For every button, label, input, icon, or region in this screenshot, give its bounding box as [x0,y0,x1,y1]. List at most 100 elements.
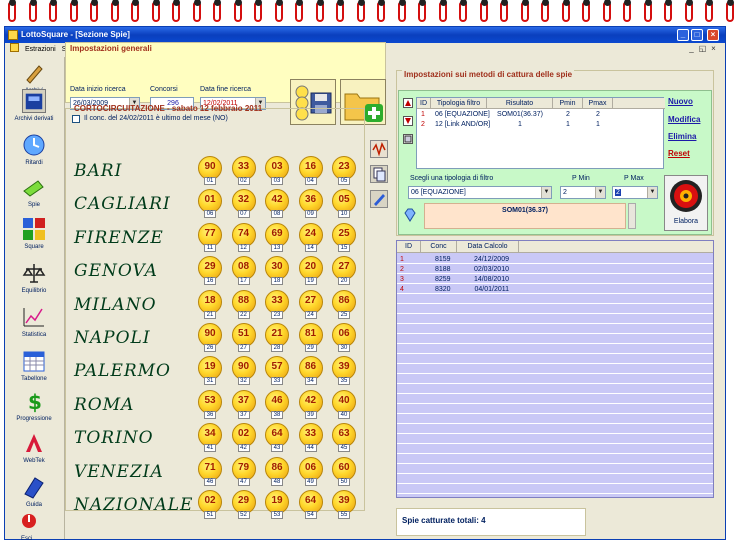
spy-id[interactable]: 3 [400,276,404,283]
number-ball[interactable]: 64 43 [265,423,289,453]
methods-col-header[interactable]: Pmin [553,98,583,109]
number-ball[interactable]: 42 08 [265,189,289,219]
number-ball[interactable]: 02 42 [231,423,256,453]
spy-contest[interactable]: 8320 [435,286,451,293]
number-ball[interactable]: 05 10 [332,189,356,219]
mdi-app-icon[interactable] [10,43,19,52]
number-ball[interactable]: 39 35 [332,356,356,386]
new-link[interactable]: Nuovo [668,97,693,106]
number-ball[interactable]: 33 44 [298,423,323,453]
number-ball[interactable]: 71 46 [198,456,222,486]
spy-contest[interactable]: 8259 [435,276,451,283]
number-ball[interactable]: 16 04 [298,156,323,185]
number-ball[interactable]: 39 55 [332,490,356,519]
methods-col-header[interactable]: ID [417,98,431,109]
spy-contest[interactable]: 8159 [435,256,451,263]
menu-item[interactable]: Estrazioni [22,44,59,56]
spies-col-header[interactable]: Conc [421,241,457,253]
methods-cell[interactable]: 1 [553,121,583,128]
number-ball[interactable]: 57 33 [265,356,289,386]
number-ball[interactable]: 27 24 [298,289,323,319]
chevron-down-icon[interactable]: ▼ [647,187,657,198]
number-ball[interactable]: 88 22 [231,289,256,319]
sidebar-item[interactable]: Esci [5,509,63,542]
number-ball[interactable]: 86 25 [332,289,356,319]
delete-link[interactable]: Elimina [668,132,696,141]
sidebar-item[interactable]: Square [5,217,63,250]
number-ball[interactable]: 37 37 [231,389,256,419]
number-ball[interactable]: 06 30 [332,323,356,352]
number-ball[interactable]: 06 49 [298,456,323,486]
spy-id[interactable]: 2 [400,266,404,273]
number-ball[interactable]: 03 03 [265,156,289,185]
number-ball[interactable]: 20 19 [298,256,323,286]
chevron-down-icon[interactable]: ▼ [541,187,551,198]
number-ball[interactable]: 32 07 [231,189,256,219]
methods-cell[interactable]: 2 [421,121,425,128]
number-ball[interactable]: 42 39 [298,389,323,419]
methods-cell[interactable]: 12 [Link AND/OR] [435,121,490,128]
mdi-restore-button[interactable]: ◱ [697,43,708,55]
graph-tool-icon[interactable] [370,140,388,158]
number-ball[interactable]: 02 51 [198,490,222,519]
methods-cell[interactable]: 1 [583,121,613,128]
sidebar-item[interactable]: Statistica [5,305,63,338]
close-button[interactable]: × [707,29,719,41]
number-ball[interactable]: 01 06 [198,189,222,219]
elabora-button[interactable]: Elabora [664,175,708,231]
move-up-icon[interactable] [403,98,413,108]
spy-id[interactable]: 1 [400,256,404,263]
sidebar-item[interactable]: Spie [5,175,63,208]
number-ball[interactable]: 18 21 [198,289,222,319]
sidebar-item[interactable]: Tabellone [5,349,63,382]
number-ball[interactable]: 63 45 [332,423,356,453]
sidebar-item[interactable]: $ Progressione [5,389,63,422]
number-ball[interactable]: 23 05 [332,156,356,185]
methods-cell[interactable]: 1 [487,121,553,128]
number-ball[interactable]: 90 01 [198,156,222,185]
number-ball[interactable]: 69 13 [265,222,289,252]
methods-col-header[interactable]: Tipologia filtro [431,98,487,109]
methods-cell[interactable]: 06 [EQUAZIONE] [435,111,490,118]
number-ball[interactable]: 29 52 [231,490,256,519]
number-ball[interactable]: 77 11 [198,222,222,252]
number-ball[interactable]: 86 48 [265,456,289,486]
move-down-icon[interactable] [403,116,413,126]
number-ball[interactable]: 21 28 [265,323,289,352]
number-ball[interactable]: 64 54 [298,490,323,519]
spy-date[interactable]: 24/12/2009 [469,256,509,263]
number-ball[interactable]: 19 31 [198,356,222,386]
number-ball[interactable]: 90 26 [198,323,222,352]
number-ball[interactable]: 81 29 [298,323,323,352]
number-ball[interactable]: 27 20 [332,256,356,286]
methods-cell[interactable]: SOM01(36.37) [487,111,553,118]
number-ball[interactable]: 08 17 [231,256,256,286]
number-ball[interactable]: 53 36 [198,389,222,419]
mdi-close-button[interactable]: × [708,43,719,55]
methods-cell[interactable]: 1 [421,111,425,118]
spy-id[interactable]: 4 [400,286,404,293]
pmin-combo[interactable]: 2 ▼ [560,186,606,199]
number-ball[interactable]: 29 16 [198,256,222,286]
filter-type-combo[interactable]: 06 [EQUAZIONE] ▼ [408,186,552,199]
number-ball[interactable]: 46 38 [265,389,289,419]
number-ball[interactable]: 40 40 [332,389,356,419]
sidebar-item[interactable]: WebTek [5,431,63,464]
pmax-combo[interactable]: 2 ▼ [612,186,658,199]
spy-contest[interactable]: 8188 [435,266,451,273]
number-ball[interactable]: 24 14 [298,222,323,252]
methods-cell[interactable]: 2 [583,111,613,118]
maximize-button[interactable]: □ [691,29,703,41]
methods-cell[interactable]: 2 [553,111,583,118]
number-ball[interactable]: 74 12 [231,222,256,252]
number-ball[interactable]: 60 50 [332,456,356,486]
methods-col-header[interactable]: Pmax [583,98,613,109]
number-ball[interactable]: 25 15 [332,222,356,252]
spy-date[interactable]: 14/08/2010 [469,276,509,283]
reset-link[interactable]: Reset [668,149,690,158]
sidebar-item[interactable]: Guida [5,475,63,508]
number-ball[interactable]: 90 32 [231,356,256,386]
number-ball[interactable]: 30 18 [265,256,289,286]
number-ball[interactable]: 19 53 [265,490,289,519]
sidebar-item[interactable]: Equilibrio [5,261,63,294]
